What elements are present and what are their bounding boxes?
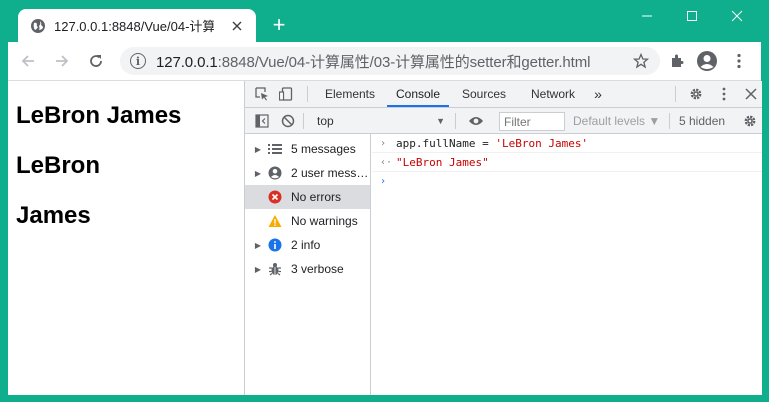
input-arrow-icon: › <box>380 137 387 149</box>
browser-toolbar: i 127.0.0.1:8848/Vue/04-计算属性/03-计算属性的set… <box>8 42 761 80</box>
close-icon[interactable] <box>228 17 246 35</box>
list-icon <box>267 141 283 157</box>
star-icon[interactable] <box>632 52 650 70</box>
toolbar-divider <box>455 113 456 129</box>
page-heading-full-name: LeBron James <box>16 102 182 129</box>
tab-elements[interactable]: Elements <box>317 81 383 107</box>
web-page: LeBron James LeBron James <box>8 81 244 395</box>
page-heading-first-name: LeBron <box>16 152 100 179</box>
console-toolbar: top ▼ Default levels ▼ 5 hidden <box>245 108 762 134</box>
back-button[interactable] <box>16 49 40 73</box>
toolbar-divider <box>303 113 304 129</box>
url-text: 127.0.0.1:8848/Vue/04-计算属性/03-计算属性的sette… <box>156 53 591 71</box>
tab-strip: 127.0.0.1:8848/Vue/04-计算属 + <box>0 0 769 42</box>
console-sidebar: ▶ 5 messages ▶ 2 user mess… No errors No… <box>245 134 371 395</box>
user-icon <box>267 165 283 181</box>
close-devtools-icon[interactable] <box>742 85 760 103</box>
tab-sources[interactable]: Sources <box>453 81 515 107</box>
maximize-button[interactable] <box>672 4 712 28</box>
inspect-element-icon[interactable] <box>253 85 271 103</box>
live-expression-eye-icon[interactable] <box>467 112 485 130</box>
result-arrow-icon: ‹· <box>380 156 393 168</box>
globe-icon <box>30 18 46 34</box>
sidebar-item-label: 2 user mess… <box>291 166 369 180</box>
reload-button[interactable] <box>84 49 108 73</box>
toolbar-divider <box>669 113 670 129</box>
more-tabs-button[interactable]: » <box>589 81 607 107</box>
browser-window: 127.0.0.1:8848/Vue/04-计算属 + i 127.0.0.1:… <box>0 0 769 402</box>
profile-avatar[interactable] <box>695 49 719 73</box>
browser-tab[interactable]: 127.0.0.1:8848/Vue/04-计算属 <box>18 9 256 42</box>
console-result-line: ‹· "LeBron James" <box>372 153 762 172</box>
extensions-icon[interactable] <box>665 49 689 73</box>
tab-network[interactable]: Network <box>521 81 585 107</box>
sidebar-item-verbose[interactable]: ▶ 3 verbose <box>245 257 370 281</box>
page-heading-last-name: James <box>16 202 91 229</box>
filter-input[interactable] <box>499 112 565 131</box>
sidebar-item-info[interactable]: ▶ 2 info <box>245 233 370 257</box>
device-toolbar-icon[interactable] <box>277 85 295 103</box>
console-prompt[interactable]: › <box>372 172 762 191</box>
sidebar-item-user-messages[interactable]: ▶ 2 user mess… <box>245 161 370 185</box>
sidebar-item-warnings[interactable]: No warnings <box>245 209 370 233</box>
context-value: top <box>317 114 334 128</box>
settings-gear-icon[interactable] <box>687 85 705 103</box>
console-result-value: "LeBron James" <box>396 155 489 169</box>
sidebar-item-label: No errors <box>291 190 342 204</box>
console-output: › app.fullName = 'LeBron James' ‹· "LeBr… <box>372 134 762 395</box>
sidebar-item-label: 2 info <box>291 238 321 252</box>
bug-icon <box>267 261 283 277</box>
chevron-down-icon: ▼ <box>436 116 445 126</box>
sidebar-item-label: 5 messages <box>291 142 356 156</box>
toolbar-divider <box>307 86 308 102</box>
info-icon <box>267 237 283 253</box>
sidebar-item-messages[interactable]: ▶ 5 messages <box>245 137 370 161</box>
sidebar-item-label: 3 verbose <box>291 262 344 276</box>
devtools-tabbar: Elements Console Sources Network » <box>245 81 762 108</box>
clear-console-icon[interactable] <box>279 112 297 130</box>
sidebar-item-label: No warnings <box>291 214 358 228</box>
warning-icon <box>267 213 283 229</box>
address-bar[interactable]: i 127.0.0.1:8848/Vue/04-计算属性/03-计算属性的set… <box>120 47 660 75</box>
expand-arrow-icon[interactable]: ▶ <box>249 161 267 185</box>
forward-button[interactable] <box>50 49 74 73</box>
minimize-button[interactable] <box>627 4 667 28</box>
context-selector[interactable]: top ▼ <box>311 111 449 131</box>
console-settings-gear-icon[interactable] <box>741 112 759 130</box>
console-input-line: › app.fullName = 'LeBron James' <box>372 134 762 153</box>
log-levels-dropdown[interactable]: Default levels ▼ <box>573 112 660 131</box>
hidden-count: 5 hidden <box>679 114 726 128</box>
error-icon <box>267 189 283 205</box>
tab-title: 127.0.0.1:8848/Vue/04-计算属 <box>54 19 214 34</box>
sidebar-item-errors[interactable]: No errors <box>245 185 370 209</box>
site-info-icon[interactable]: i <box>130 53 146 69</box>
devtools-panel: Elements Console Sources Network » top ▼… <box>244 81 762 395</box>
sidebar-toggle-icon[interactable] <box>253 112 271 130</box>
expand-arrow-icon[interactable]: ▶ <box>249 137 267 161</box>
content-area: LeBron James LeBron James Elements Conso… <box>8 80 762 395</box>
toolbar-divider <box>675 86 676 102</box>
menu-kebab-icon[interactable] <box>727 49 751 73</box>
prompt-chevron-icon: › <box>380 176 387 187</box>
expand-arrow-icon[interactable]: ▶ <box>249 257 267 281</box>
devtools-menu-icon[interactable] <box>715 85 733 103</box>
expand-arrow-icon[interactable]: ▶ <box>249 233 267 257</box>
window-close-button[interactable] <box>717 4 757 28</box>
tab-console[interactable]: Console <box>387 81 449 107</box>
new-tab-button[interactable]: + <box>268 14 290 36</box>
console-input-code: app.fullName = 'LeBron James' <box>396 136 589 150</box>
